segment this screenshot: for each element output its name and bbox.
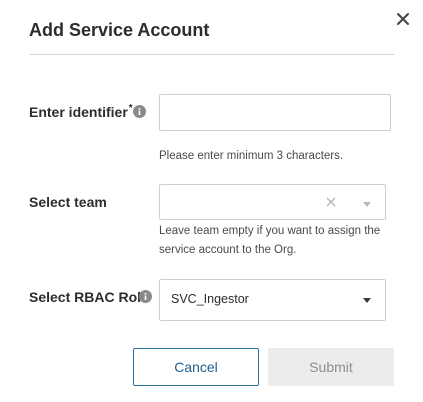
- team-help: Leave team empty if you want to assign t…: [159, 222, 380, 260]
- chevron-down-icon[interactable]: [363, 298, 371, 303]
- info-icon: [139, 290, 152, 303]
- chevron-down-icon[interactable]: [363, 202, 371, 207]
- identifier-help: Please enter minimum 3 characters.: [159, 150, 344, 162]
- info-icon: [133, 105, 146, 118]
- identifier-label: Enter identifier*: [29, 103, 133, 120]
- team-select[interactable]: [159, 184, 386, 220]
- team-help-line-1: Leave team empty if you want to assign t…: [159, 225, 381, 237]
- submit-button[interactable]: Submit: [268, 348, 394, 386]
- dialog-title: Add Service Account: [29, 20, 210, 40]
- team-help-line-2: service account to the Org.: [159, 244, 297, 256]
- cancel-button[interactable]: Cancel: [133, 348, 259, 386]
- identifier-label-text: Enter identifier: [29, 104, 128, 120]
- rbac-role-value: SVC_Ingestor: [171, 292, 249, 306]
- team-label: Select team: [29, 194, 107, 210]
- clear-icon[interactable]: [326, 197, 336, 207]
- identifier-input[interactable]: [159, 94, 391, 131]
- title-divider: [29, 54, 395, 55]
- rbac-role-label: Select RBAC Role: [29, 289, 149, 305]
- close-icon[interactable]: [394, 10, 412, 28]
- add-service-account-dialog: Add Service Account Enter identifier* Pl…: [0, 0, 423, 402]
